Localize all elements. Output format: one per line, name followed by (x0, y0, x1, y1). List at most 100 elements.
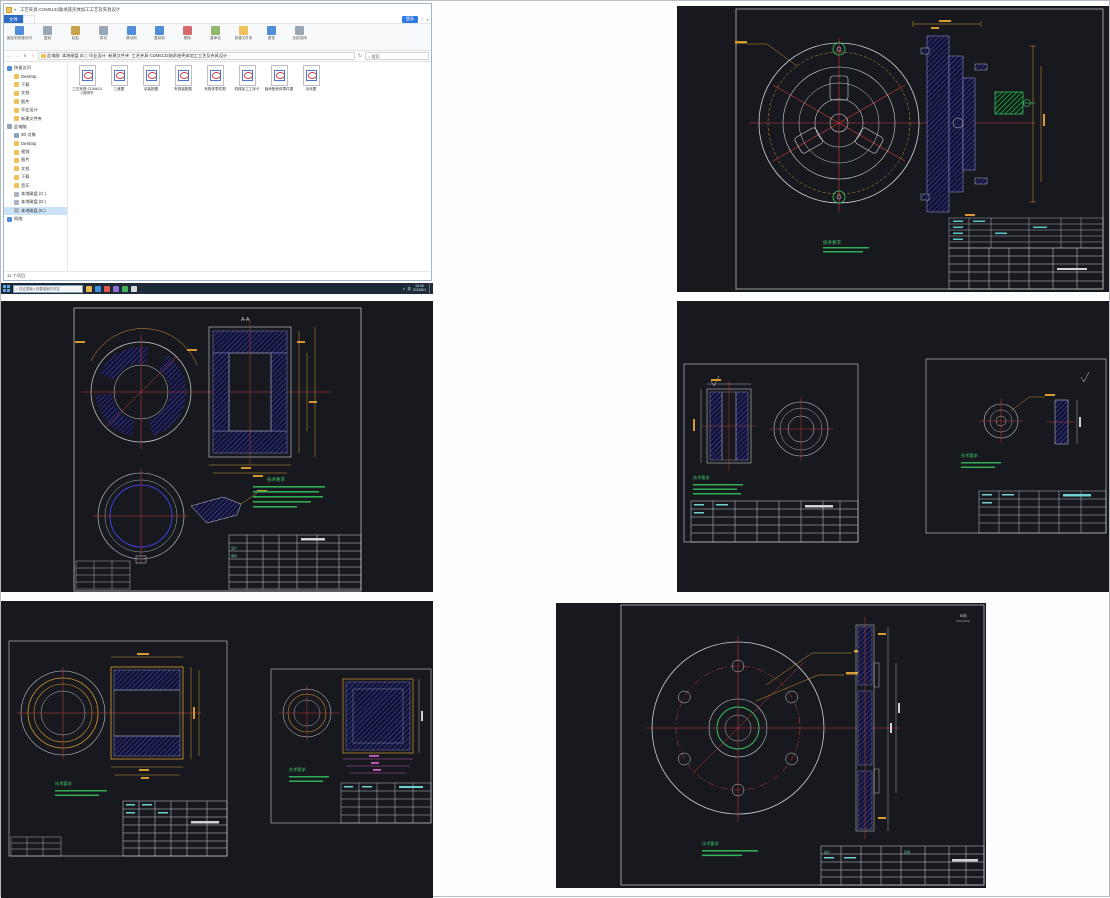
quick-access-toolbar-icon[interactable]: ▾ (14, 7, 16, 12)
ribbon-button-label: 移动到 (126, 36, 137, 40)
taskbar-app-icon[interactable] (130, 285, 137, 292)
nav-tree-item[interactable]: 下载 (4, 173, 67, 181)
nav-tree-item[interactable]: 文档 (4, 165, 67, 173)
nav-item-label: 毕业设计 (21, 107, 38, 113)
nav-tree-item[interactable]: 下载 (4, 81, 67, 89)
promo-button[interactable]: 登录 (401, 15, 418, 23)
nav-tree-item[interactable]: 音乐 (4, 181, 67, 189)
ribbon-button[interactable]: 固定到快速访问 (6, 26, 33, 41)
window-control-button[interactable] (408, 5, 418, 14)
title-block (228, 534, 362, 590)
file-item[interactable]: 总装配图 (136, 65, 166, 95)
taskbar-app-icon[interactable] (121, 285, 128, 292)
file-item[interactable]: 毛坯图 (296, 65, 326, 95)
ribbon-button-label: 剪切 (99, 36, 108, 40)
taskbar-clock[interactable]: 16:08 2023/6/1 (413, 284, 426, 293)
status-bar: 11 个项目 (4, 271, 431, 280)
nav-tree-item[interactable]: Desktop (4, 72, 67, 80)
folder-icon (14, 174, 19, 180)
window-control-button[interactable] (397, 5, 407, 14)
file-item[interactable]: 机械加工工序卡 (232, 65, 262, 95)
refresh-icon[interactable]: ↻ (357, 53, 363, 59)
dwg-file-icon (78, 65, 96, 86)
sheet-right: 技术要求 (925, 358, 1107, 534)
forward-icon[interactable]: → (14, 53, 20, 59)
file-item[interactable]: 轴承座壳体零件图 (264, 65, 294, 95)
breadcrumb-segment[interactable]: 工艺夹具-CDM6132轴承座壳体加工工艺及夹具设计 › (132, 53, 230, 59)
ribbon-button[interactable]: 删除 (174, 26, 201, 41)
back-icon[interactable]: ← (6, 53, 12, 59)
window-control-button[interactable] (419, 5, 429, 14)
nav-tree-item[interactable]: 新建文件夹 (4, 114, 67, 122)
ribbon-button[interactable]: 移动到 (118, 26, 145, 41)
nav-tree-item[interactable]: Desktop (4, 140, 67, 148)
nav-tree-item[interactable]: 此电脑 (4, 123, 67, 131)
taskbar-app-icons (85, 285, 137, 292)
help-icon[interactable]: ? (421, 17, 423, 22)
file-item[interactable]: 三维图 (104, 65, 134, 95)
ime-indicator[interactable]: 英 (407, 286, 410, 291)
file-item[interactable]: 工艺夹具-CDM6132说明书 (72, 65, 102, 95)
file-name: 夹具体零件图 (204, 87, 226, 91)
nav-item-label: 下载 (21, 174, 30, 180)
up-icon[interactable]: ↑ (30, 53, 36, 59)
nav-item-label: 下载 (21, 81, 30, 87)
breadcrumb-segment[interactable]: 新建文件夹 › (108, 53, 131, 59)
taskbar-app-icon[interactable] (85, 285, 92, 292)
ribbon-button[interactable]: 粘贴 (62, 26, 89, 41)
nav-tree-item[interactable]: 文档 (4, 89, 67, 97)
nav-tree-item[interactable]: 图片 (4, 98, 67, 106)
ribbon-button[interactable]: 属性 (258, 26, 285, 41)
search-input[interactable] (371, 53, 426, 59)
breadcrumb-segment[interactable]: 此电脑 › (47, 53, 62, 59)
start-button-icon[interactable] (3, 285, 10, 292)
nav-tree-item[interactable]: 网络 (4, 215, 67, 223)
nav-tree-item[interactable]: 图片 (4, 156, 67, 164)
breadcrumb-segment[interactable]: 本地磁盘 (E:) › (62, 53, 89, 59)
section-view (208, 319, 292, 465)
ribbon-tab[interactable] (35, 15, 45, 23)
ribbon-button[interactable]: 复制到 (146, 26, 173, 41)
nav-tree-item[interactable]: 快速访问 (4, 64, 67, 72)
nav-tree-item[interactable]: 本地磁盘 (E:) (4, 206, 67, 216)
breadcrumb-label: 此电脑 (47, 53, 60, 58)
breadcrumb-segment[interactable]: 毕业设计 › (89, 53, 108, 59)
collapse-ribbon-icon[interactable]: ∧ (426, 17, 429, 22)
ribbon-button[interactable]: 剪切 (90, 26, 117, 41)
ribbon-button-icon (15, 26, 24, 35)
breadcrumb-list: 此电脑 › 本地磁盘 (E:) › 毕业设计 › 新建文件夹 › 工艺夹具-CD… (47, 53, 230, 59)
ribbon-button-label: 固定到快速访问 (6, 36, 33, 40)
ribbon-button[interactable]: 全部选择 (286, 26, 313, 41)
ribbon-button[interactable]: 新建文件夹 (230, 26, 257, 41)
search-box[interactable]: ○ (365, 52, 429, 60)
tray-chevron-icon[interactable]: ∧ (403, 287, 405, 291)
tab-file[interactable]: 文件 (4, 15, 23, 23)
nav-tree-item[interactable]: 毕业设计 (4, 106, 67, 114)
nav-tree-item[interactable]: 本地磁盘 (D:) (4, 198, 67, 206)
history-dropdown-icon[interactable]: ∨ (22, 53, 28, 59)
ribbon-button[interactable]: 复制 (34, 26, 61, 41)
ribbon-button[interactable]: 重命名 (202, 26, 229, 41)
nav-tree-item[interactable]: 3D 对象 (4, 131, 67, 139)
address-bar: ← → ∨ ↑ 此电脑 › 本地磁盘 (E:) › 毕业设计 › 新建文件夹 ›… (4, 51, 431, 62)
taskbar-app-icon[interactable] (112, 285, 119, 292)
file-item[interactable]: 夹具装配图 (168, 65, 198, 95)
file-name: 三维图 (113, 87, 125, 91)
show-desktop-button[interactable] (429, 283, 431, 294)
ribbon-button-label: 全部选择 (292, 36, 307, 40)
ribbon-tab[interactable] (22, 15, 35, 23)
cad-housing-drawing: A-A 技术要求 设计 审核 (1, 301, 433, 592)
nav-tree-item[interactable]: 视频 (4, 148, 67, 156)
breadcrumb[interactable]: 此电脑 › 本地磁盘 (E:) › 毕业设计 › 新建文件夹 › 工艺夹具-CD… (38, 52, 355, 60)
taskbar-app-icon[interactable] (94, 285, 101, 292)
ribbon-tab[interactable] (45, 15, 55, 23)
tb-field-design: 设计 (231, 545, 237, 550)
nav-tree-item[interactable]: 本地磁盘 (C:) (4, 190, 67, 198)
file-item[interactable]: 夹具体零件图 (200, 65, 230, 95)
taskbar-app-icon[interactable] (103, 285, 110, 292)
title-block (948, 247, 1104, 290)
file-name: 机械加工工序卡 (234, 87, 260, 91)
folder-icon (14, 157, 19, 163)
taskbar-search[interactable]: ○ 在这里输入你要搜索的内容 (12, 284, 83, 293)
breadcrumb-label: 本地磁盘 (E:) (61, 53, 87, 58)
